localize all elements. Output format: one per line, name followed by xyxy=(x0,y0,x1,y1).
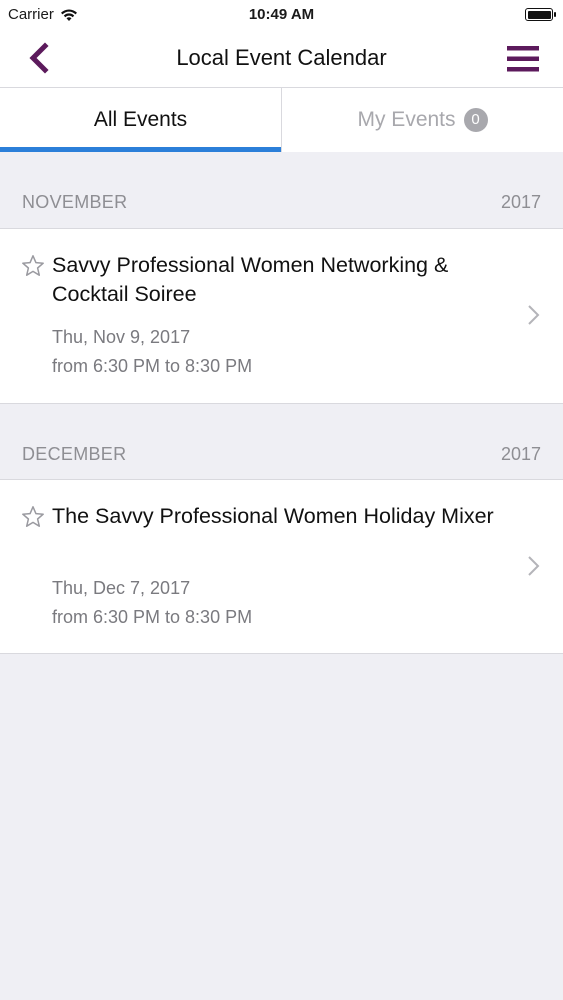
tab-label: My Events xyxy=(357,108,456,131)
star-icon[interactable] xyxy=(21,505,45,529)
section-year: 2017 xyxy=(500,192,541,212)
event-item[interactable]: The Savvy Professional Women Holiday Mix… xyxy=(0,479,563,654)
tab-all-events[interactable]: All Events xyxy=(0,88,281,152)
navigation-bar: Local Event Calendar xyxy=(0,30,563,87)
event-tabs: All Events My Events 0 xyxy=(0,87,563,152)
chevron-right-icon xyxy=(528,556,540,576)
event-title: Savvy Professional Women Networking & Co… xyxy=(52,253,449,306)
event-date: Thu, Dec 7, 2017 xyxy=(52,578,191,598)
status-bar: Carrier 10:49 AM xyxy=(0,0,563,30)
event-time: from 6:30 PM to 8:30 PM xyxy=(52,356,253,376)
count-badge: 0 xyxy=(463,108,488,132)
battery-icon xyxy=(525,8,556,21)
section-month: NOVEMBER xyxy=(22,192,128,212)
star-icon[interactable] xyxy=(21,254,45,278)
section-month: DECEMBER xyxy=(22,444,127,464)
hamburger-menu-icon[interactable] xyxy=(505,41,541,77)
event-date: Thu, Nov 9, 2017 xyxy=(52,327,191,347)
event-time: from 6:30 PM to 8:30 PM xyxy=(52,607,253,627)
page-title: Local Event Calendar xyxy=(176,45,387,70)
tab-label: All Events xyxy=(93,108,188,131)
tab-my-events[interactable]: My Events 0 xyxy=(281,88,563,152)
section-header-november: NOVEMBER 2017 xyxy=(0,152,563,228)
status-time: 10:49 AM xyxy=(248,6,315,23)
section-header-december: DECEMBER 2017 xyxy=(0,404,563,480)
event-title: The Savvy Professional Women Holiday Mix… xyxy=(52,504,494,528)
chevron-right-icon xyxy=(528,305,540,325)
event-item[interactable]: Savvy Professional Women Networking & Co… xyxy=(0,228,563,404)
section-year: 2017 xyxy=(500,444,541,464)
